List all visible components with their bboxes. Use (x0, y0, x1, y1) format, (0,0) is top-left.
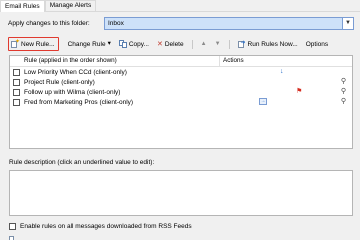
move-up-button[interactable]: ▲ (199, 38, 209, 50)
rules-list[interactable]: Rule (applied in the order shown) Action… (9, 55, 353, 149)
rule-actions: ↓ (220, 67, 352, 77)
tab-bar: Email Rules Manage Alerts (0, 0, 360, 12)
new-rule-button[interactable]: ✦ New Rule... (8, 37, 59, 51)
toolbar-divider (228, 39, 230, 49)
move-down-icon: ▼ (214, 41, 221, 47)
rule-actions: → ⚲ (220, 97, 352, 107)
options-label: Options (305, 40, 329, 48)
rule-row[interactable]: Project Rule (client-only) ⚲ (10, 77, 352, 87)
new-rule-icon: ✦ (11, 39, 20, 48)
rule-name: Low Priority When CCd (client-only) (24, 68, 127, 76)
rss-enable-label[interactable]: Enable rules on all messages downloaded … (20, 223, 192, 230)
run-rules-label: Run Rules Now... (247, 40, 298, 48)
document-icon (9, 236, 14, 240)
rule-name: Follow up with Wilma (client-only) (24, 88, 121, 96)
conditional-icon: ⚲ (340, 98, 346, 105)
rule-enabled-checkbox[interactable] (13, 88, 20, 96)
rss-option-row: Enable rules on all messages downloaded … (9, 223, 192, 230)
conditional-icon: ⚲ (340, 88, 346, 95)
rule-name: Project Rule (client-only) (24, 78, 95, 86)
apply-folder-row: Apply changes to this folder: Inbox ▼ (8, 16, 354, 30)
new-rule-label: New Rule... (21, 40, 55, 48)
options-button[interactable]: Options (304, 38, 330, 50)
toolbar-divider (191, 39, 193, 49)
rules-list-header: Rule (applied in the order shown) Action… (10, 56, 352, 67)
move-to-folder-icon: → (259, 98, 267, 105)
rule-actions: ⚑ ⚲ (220, 87, 352, 97)
tab-email-rules[interactable]: Email Rules (0, 0, 45, 12)
rule-row[interactable]: Follow up with Wilma (client-only) ⚑ ⚲ (10, 87, 352, 97)
folder-dropdown-value: Inbox (105, 17, 342, 29)
conditional-icon: ⚲ (340, 78, 346, 85)
rule-enabled-checkbox[interactable] (13, 78, 20, 86)
tab-manage-alerts[interactable]: Manage Alerts (44, 0, 97, 11)
delete-button[interactable]: ✕ Delete (155, 38, 186, 50)
chevron-down-icon[interactable]: ▼ (342, 17, 353, 29)
rules-and-alerts-window: Email Rules Manage Alerts Apply changes … (0, 0, 360, 240)
rule-actions: ⚲ (220, 77, 352, 87)
rule-description-label: Rule description (click an underlined va… (9, 159, 155, 166)
rule-description-box[interactable] (9, 170, 353, 216)
apply-folder-label: Apply changes to this folder: (8, 19, 90, 27)
delete-icon: ✕ (156, 41, 163, 48)
rss-enable-checkbox[interactable] (9, 223, 16, 230)
copy-button[interactable]: Copy... (117, 38, 151, 50)
column-header-rule[interactable]: Rule (applied in the order shown) (10, 56, 220, 66)
flag-icon: ⚑ (296, 88, 303, 95)
run-rules-now-button[interactable]: ➜ Run Rules Now... (236, 38, 300, 50)
rule-row[interactable]: Low Priority When CCd (client-only) ↓ (10, 67, 352, 77)
column-header-actions[interactable]: Actions (220, 56, 352, 66)
chevron-down-icon: ▾ (107, 39, 111, 47)
move-up-icon: ▲ (200, 41, 207, 47)
rule-name: Fred from Marketing Pros (client-only) (24, 98, 134, 106)
rule-enabled-checkbox[interactable] (13, 68, 20, 76)
change-rule-label: Change Rule (67, 40, 106, 48)
rule-row[interactable]: Fred from Marketing Pros (client-only) →… (10, 97, 352, 107)
folder-dropdown[interactable]: Inbox ▼ (104, 16, 354, 30)
copy-icon (118, 40, 127, 48)
delete-label: Delete (164, 40, 184, 48)
rules-toolbar: ✦ New Rule... Change Rule ▾ Copy... ✕ De… (8, 37, 354, 51)
arrow-down-icon: ↓ (280, 68, 284, 75)
copy-label: Copy... (128, 40, 149, 48)
rule-enabled-checkbox[interactable] (13, 98, 20, 106)
change-rule-button[interactable]: Change Rule ▾ (66, 38, 113, 50)
run-rules-icon: ➜ (237, 40, 246, 48)
move-down-button[interactable]: ▼ (213, 38, 223, 50)
